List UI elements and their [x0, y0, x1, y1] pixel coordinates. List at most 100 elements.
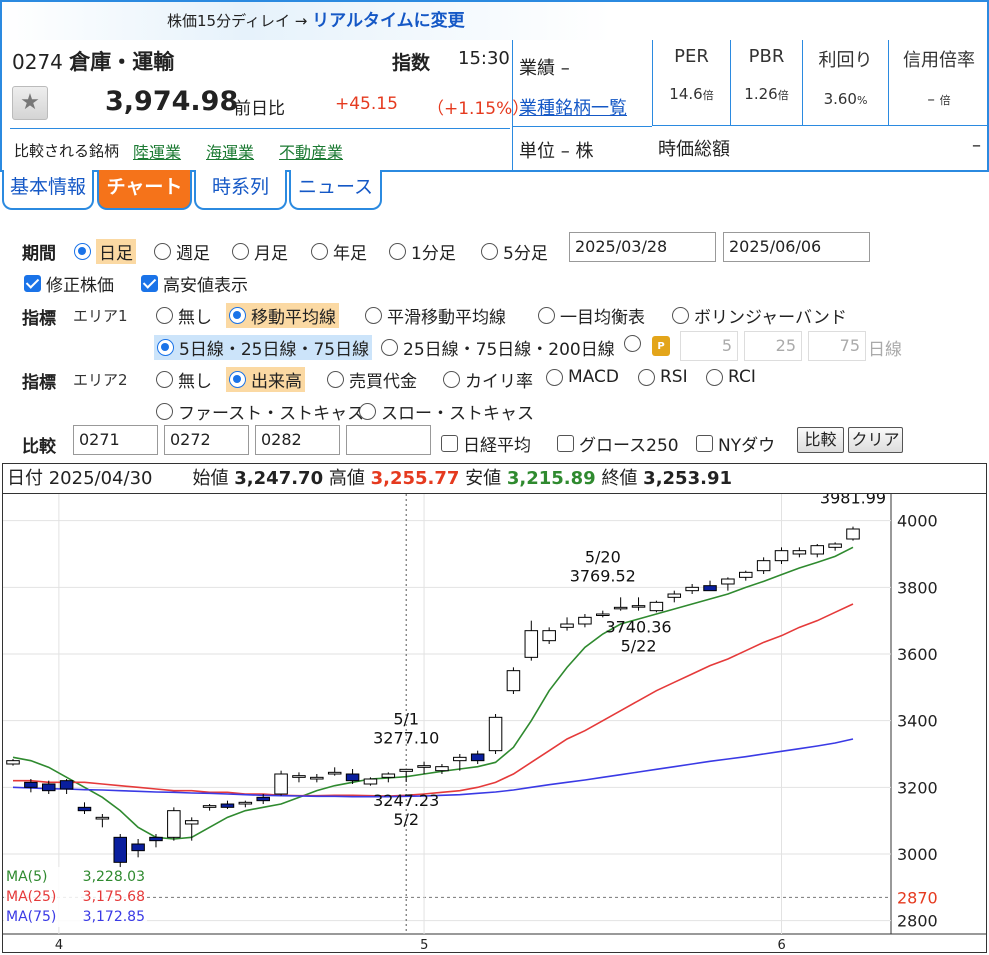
area1-smoothed-ma[interactable]: 平滑移動平均線: [365, 303, 506, 328]
radio[interactable]: [311, 243, 328, 260]
option-label: ファースト・ストキャス: [178, 404, 365, 424]
tab-chart[interactable]: チャート: [97, 170, 192, 210]
candle-body: [381, 773, 396, 778]
area2-volume[interactable]: 出来高: [226, 367, 305, 392]
radio[interactable]: [327, 371, 344, 388]
radio[interactable]: [672, 307, 689, 324]
tab-news[interactable]: ニュース: [289, 170, 382, 210]
compare-button[interactable]: 比較: [797, 427, 844, 453]
radio[interactable]: [229, 307, 246, 324]
checkbox[interactable]: [557, 435, 574, 452]
tab-basic-info[interactable]: 基本情報: [2, 170, 94, 210]
checkbox[interactable]: [696, 435, 713, 452]
radio[interactable]: [229, 371, 246, 388]
low-label: 安値: [465, 468, 502, 489]
high-value: 3,255.77: [370, 468, 460, 489]
industry-list-link[interactable]: 業種銘柄一覧: [519, 94, 627, 120]
date-to-input[interactable]: 2025/06/06: [723, 232, 870, 262]
radio[interactable]: [232, 243, 249, 260]
favorite-star-icon[interactable]: ★: [12, 86, 48, 120]
compare-nikkei-checkbox[interactable]: 日経平均: [441, 431, 531, 456]
radio[interactable]: [74, 243, 91, 260]
compare-link-marine-transport[interactable]: 海運業: [206, 139, 254, 163]
tab-timeseries[interactable]: 時系列: [194, 170, 287, 210]
period-yearly[interactable]: 年足: [311, 239, 367, 264]
adjusted-price-checkbox[interactable]: 修正株価: [24, 271, 114, 296]
candle-body: [685, 586, 699, 592]
radio[interactable]: [365, 307, 382, 324]
clear-button[interactable]: クリア: [848, 427, 903, 453]
ma-5-25-75[interactable]: 5日線・25日線・75日線: [154, 335, 373, 360]
radio[interactable]: [538, 307, 555, 324]
radio[interactable]: [481, 243, 498, 260]
radio[interactable]: [624, 335, 641, 352]
radio[interactable]: [154, 243, 171, 260]
compare-nydow-checkbox[interactable]: NYダウ: [696, 431, 775, 456]
radio[interactable]: [546, 368, 563, 386]
candle-body: [435, 766, 449, 772]
compare-link-real-estate[interactable]: 不動産業: [279, 139, 343, 163]
area1-moving-average[interactable]: 移動平均線: [226, 303, 339, 328]
period-monthly[interactable]: 月足: [232, 239, 288, 264]
radio[interactable]: [156, 307, 173, 324]
checkbox[interactable]: [441, 435, 458, 452]
area2-fast-stochastic[interactable]: ファースト・ストキャス: [156, 399, 364, 424]
annotation-label: 3247.23: [373, 791, 439, 810]
candle-body: [506, 670, 521, 692]
highlow-display-checkbox[interactable]: 高安値表示: [141, 271, 248, 296]
radio[interactable]: [381, 339, 398, 356]
price-chart[interactable]: 日付 2025/04/30 始値 3,247.70 高値 3,255.77 安値…: [2, 463, 987, 953]
compare-input-2[interactable]: 0272: [164, 425, 249, 455]
candle-body: [41, 783, 56, 792]
option-label: 売買代金: [349, 372, 417, 392]
checkbox[interactable]: [141, 275, 158, 292]
option-label: 移動平均線: [251, 308, 336, 328]
compare-input-1[interactable]: 0271: [73, 425, 158, 455]
area2-slow-stochastic[interactable]: スロー・ストキャス: [359, 399, 534, 424]
compare-growth250-checkbox[interactable]: グロース250: [557, 431, 679, 456]
ma-custom[interactable]: [624, 335, 646, 352]
area1-none[interactable]: 無し: [156, 303, 212, 328]
radio[interactable]: [706, 368, 723, 386]
period-5min[interactable]: 5分足: [481, 239, 548, 264]
area2-deviation[interactable]: カイリ率: [443, 367, 533, 392]
period-1min[interactable]: 1分足: [389, 239, 456, 264]
candle-body: [113, 836, 127, 863]
ma-25-75-200[interactable]: 25日線・75日線・200日線: [381, 335, 615, 360]
candle-body: [184, 820, 199, 825]
area2-rsi[interactable]: RSI: [638, 367, 688, 387]
candle-body: [363, 778, 378, 785]
area2-turnover[interactable]: 売買代金: [327, 367, 417, 392]
area2-macd[interactable]: MACD: [546, 367, 619, 387]
radio[interactable]: [157, 339, 174, 356]
compare-input-3[interactable]: 0282: [255, 425, 340, 455]
area1-bollinger[interactable]: ボリンジャーバンド: [672, 303, 847, 328]
compare-link-land-transport[interactable]: 陸運業: [133, 139, 181, 163]
period-weekly[interactable]: 週足: [154, 239, 210, 264]
candle-body: [256, 796, 270, 802]
date-from-input[interactable]: 2025/03/28: [569, 232, 716, 262]
ma25-legend: MA(25) 3,175.68: [6, 889, 145, 905]
ma-custom-2-input[interactable]: 25: [744, 331, 802, 361]
radio[interactable]: [156, 403, 173, 420]
radio[interactable]: [156, 371, 173, 388]
area2-none[interactable]: 無し: [156, 367, 212, 392]
ma-custom-3-input[interactable]: 75: [808, 331, 866, 361]
realtime-link[interactable]: リアルタイムに変更: [312, 11, 465, 31]
candle-body: [488, 716, 503, 752]
area1-ichimoku[interactable]: 一目均衡表: [538, 303, 645, 328]
period-daily[interactable]: 日足: [74, 239, 136, 264]
candle-body: [292, 775, 306, 778]
radio[interactable]: [359, 403, 376, 420]
area2-rci[interactable]: RCI: [706, 367, 756, 387]
candle-body: [721, 578, 735, 585]
compare-input-4[interactable]: [346, 425, 431, 455]
radio[interactable]: [389, 243, 406, 260]
radio[interactable]: [638, 368, 655, 386]
checkbox[interactable]: [24, 275, 41, 292]
radio[interactable]: [443, 371, 460, 388]
ma-custom-1-input[interactable]: 5: [680, 331, 738, 361]
chart-canvas[interactable]: 280030003200340036003800400028704 5 65/132…: [3, 494, 986, 952]
candle-body: [399, 768, 413, 772]
option-label: 一目均衡表: [560, 308, 645, 328]
